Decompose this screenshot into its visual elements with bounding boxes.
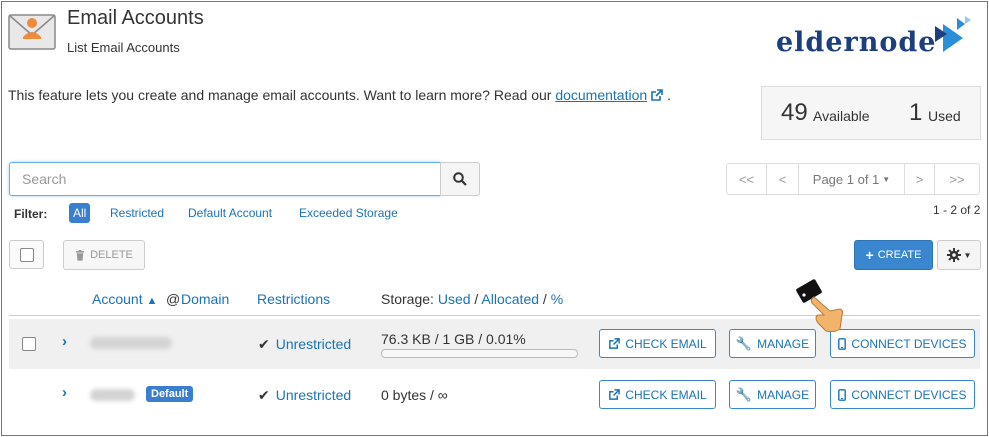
external-link-icon xyxy=(609,388,621,400)
column-storage: Storage: Used / Allocated / % xyxy=(381,291,563,307)
intro-body: This feature lets you create and manage … xyxy=(8,87,552,103)
storage-prefix: Storage: xyxy=(381,291,434,307)
used-label: Used xyxy=(928,108,961,124)
storage-sep-1: / xyxy=(474,291,479,307)
row-checkbox[interactable] xyxy=(22,337,36,351)
search-input[interactable] xyxy=(9,162,441,196)
settings-dropdown-button[interactable]: ▼ xyxy=(937,240,981,270)
check-icon: ✔ xyxy=(258,387,270,403)
intro-trailing: . xyxy=(667,87,671,103)
search-button[interactable] xyxy=(440,162,480,196)
page-subtitle: List Email Accounts xyxy=(67,40,180,55)
column-restrictions[interactable]: Restrictions xyxy=(257,291,330,307)
caret-down-icon: ▼ xyxy=(882,174,891,184)
eldernode-logo: eldernode xyxy=(776,14,976,60)
sort-storage-used[interactable]: Used xyxy=(438,291,471,307)
filter-all[interactable]: All xyxy=(69,203,91,223)
connect-devices-button[interactable]: CONNECT DEVICES xyxy=(830,380,975,409)
filter-label: Filter: xyxy=(14,207,48,221)
manage-label: MANAGE xyxy=(757,387,810,402)
column-domain[interactable]: Domain xyxy=(181,291,229,307)
pointing-hand-cursor-icon xyxy=(790,275,850,336)
results-range: 1 - 2 of 2 xyxy=(933,203,981,217)
check-email-button[interactable]: CHECK EMAIL xyxy=(599,329,716,358)
manage-label: MANAGE xyxy=(757,336,810,351)
documentation-link-label: documentation xyxy=(555,87,648,103)
default-badge: Default xyxy=(146,386,194,402)
check-icon: ✔ xyxy=(258,336,270,352)
prev-page-button[interactable]: < xyxy=(767,164,799,194)
search-icon xyxy=(453,172,467,186)
wrench-icon: 🔧 xyxy=(735,386,753,402)
column-account-label: Account xyxy=(92,291,143,307)
filter-exceeded-storage[interactable]: Exceeded Storage xyxy=(295,203,402,223)
page-select-label: Page 1 of 1 xyxy=(812,171,880,187)
restriction-status[interactable]: ✔ Unrestricted xyxy=(258,387,351,404)
page-select[interactable]: Page 1 of 1 ▼ xyxy=(799,164,905,194)
sort-storage-percent[interactable]: % xyxy=(551,291,563,307)
wrench-icon: 🔧 xyxy=(735,335,753,351)
select-all-button[interactable] xyxy=(9,240,44,269)
create-label: CREATE xyxy=(877,249,922,261)
next-page-button[interactable]: > xyxy=(905,164,935,194)
first-page-button[interactable]: << xyxy=(727,164,767,194)
storage-usage: 0 bytes / ∞ xyxy=(381,387,448,403)
check-email-label: CHECK EMAIL xyxy=(625,387,707,402)
expand-row-chevron-icon[interactable]: › xyxy=(62,384,67,401)
account-name-redacted xyxy=(90,337,172,349)
gear-icon xyxy=(946,248,961,262)
mobile-icon xyxy=(838,337,847,350)
restriction-label: Unrestricted xyxy=(275,387,352,403)
delete-label: DELETE xyxy=(90,249,133,261)
filter-restricted[interactable]: Restricted xyxy=(106,203,168,223)
account-name-redacted xyxy=(90,389,135,401)
select-all-checkbox[interactable] xyxy=(19,247,34,262)
logo-arrows-icon xyxy=(935,16,971,52)
expand-row-chevron-icon[interactable]: › xyxy=(62,333,67,350)
page-title: Email Accounts xyxy=(67,7,204,29)
storage-progress-bar xyxy=(381,349,578,358)
plus-icon: + xyxy=(865,247,874,263)
external-link-icon xyxy=(650,89,663,105)
logo-text: eldernode xyxy=(776,27,937,58)
envelope-icon xyxy=(8,7,56,55)
restriction-status[interactable]: ✔ Unrestricted xyxy=(258,336,351,353)
last-page-button[interactable]: >> xyxy=(935,164,979,194)
delete-button[interactable]: DELETE xyxy=(63,240,145,270)
column-account[interactable]: Account ▲ xyxy=(92,291,157,307)
available-count: 49 xyxy=(781,99,808,126)
check-email-button[interactable]: CHECK EMAIL xyxy=(599,380,716,409)
create-button[interactable]: + CREATE xyxy=(854,240,933,270)
used-count: 1 xyxy=(909,99,923,126)
connect-devices-label: CONNECT DEVICES xyxy=(851,336,967,351)
filter-default-account[interactable]: Default Account xyxy=(184,203,276,223)
trash-icon xyxy=(76,249,85,261)
column-at-domain-prefix: @ xyxy=(166,291,181,307)
documentation-link[interactable]: documentation xyxy=(555,87,647,103)
available-label: Available xyxy=(813,108,870,124)
mobile-icon xyxy=(838,388,847,401)
storage-sep-2: / xyxy=(542,291,547,307)
intro-text: This feature lets you create and manage … xyxy=(8,87,671,105)
caret-down-icon: ▼ xyxy=(963,250,972,260)
manage-button[interactable]: 🔧 MANAGE xyxy=(729,380,816,409)
connect-devices-button[interactable]: CONNECT DEVICES xyxy=(830,329,975,358)
sort-asc-icon: ▲ xyxy=(146,295,158,307)
account-stats: 49 Available 1 Used xyxy=(761,86,981,140)
restriction-label: Unrestricted xyxy=(275,336,352,352)
check-email-label: CHECK EMAIL xyxy=(625,336,707,351)
pagination: << < Page 1 of 1 ▼ > >> xyxy=(726,163,980,195)
sort-storage-allocated[interactable]: Allocated xyxy=(481,291,539,307)
external-link-icon xyxy=(609,337,621,349)
connect-devices-label: CONNECT DEVICES xyxy=(851,387,967,402)
storage-usage: 76.3 KB / 1 GB / 0.01% xyxy=(381,331,526,347)
